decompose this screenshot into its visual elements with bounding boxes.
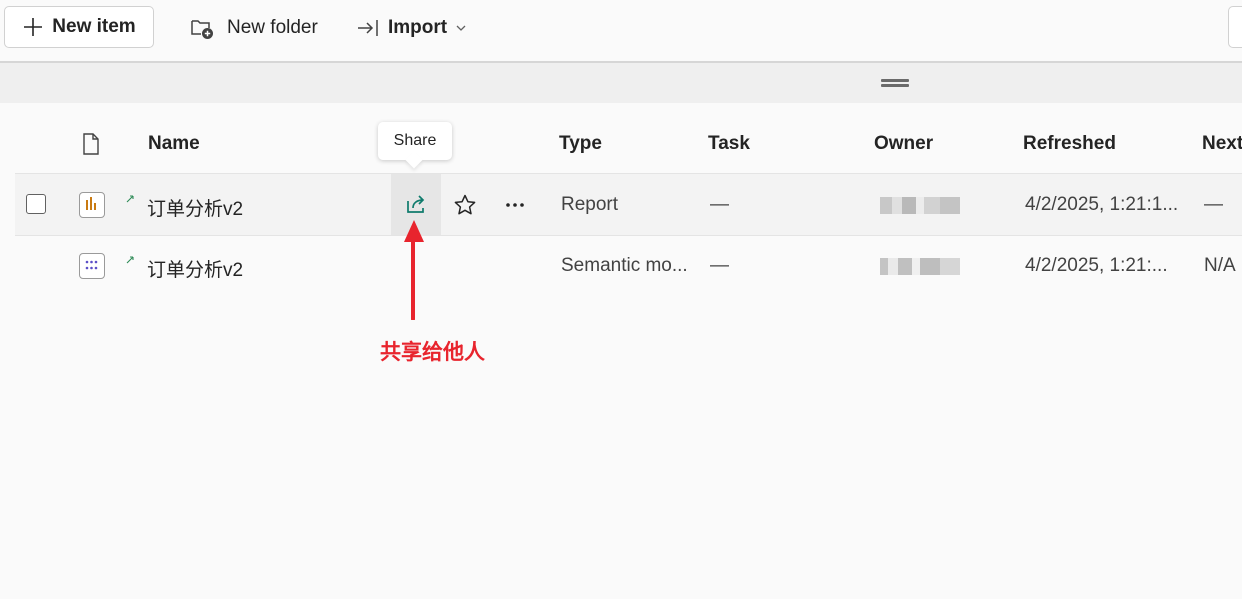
pane-splitter[interactable] (0, 63, 1242, 103)
command-bar: New item New folder Import (0, 0, 1242, 61)
row-task: — (710, 255, 729, 276)
owner-avatar-blurred (880, 197, 960, 214)
row-name[interactable]: 订单分析v2 (147, 194, 243, 221)
share-icon (407, 194, 425, 213)
row-select-checkbox[interactable] (26, 194, 46, 214)
column-header-next[interactable]: Next (1202, 133, 1242, 155)
annotation-text: 共享给他人 (380, 340, 485, 364)
column-header-type[interactable]: Type (559, 133, 602, 155)
import-label: Import (388, 17, 448, 38)
new-sparkle-icon (126, 256, 134, 264)
row-type: Report (561, 194, 619, 215)
row-type: Semantic mo... (561, 255, 688, 276)
owner-avatar-blurred (880, 258, 960, 275)
new-item-label: New item (52, 16, 136, 37)
drag-handle-icon[interactable] (881, 79, 909, 87)
share-tooltip: Share (378, 122, 452, 160)
chevron-down-icon (456, 25, 466, 31)
search-box-edge[interactable] (1228, 6, 1242, 48)
more-options-button[interactable] (500, 190, 530, 220)
star-icon (454, 194, 476, 215)
row-next: N/A (1204, 255, 1236, 276)
report-bar-chart-icon (79, 192, 105, 218)
plus-icon (24, 18, 43, 36)
annotation-arrow-icon (404, 220, 424, 320)
column-header-task[interactable]: Task (708, 133, 750, 155)
column-header-owner[interactable]: Owner (874, 133, 933, 155)
row-name[interactable]: 订单分析v2 (147, 255, 243, 282)
import-button[interactable]: Import (356, 12, 467, 44)
semantic-model-dots-icon (79, 253, 105, 279)
import-arrow-icon (358, 20, 378, 36)
row-next: — (1204, 194, 1223, 215)
file-type-header-icon (83, 133, 99, 155)
more-horizontal-icon (506, 203, 524, 207)
row-refreshed: 4/2/2025, 1:21:1... (1025, 194, 1179, 215)
column-header-name[interactable]: Name (148, 133, 200, 155)
tooltip-text: Share (393, 132, 437, 149)
new-folder-label: New folder (227, 17, 318, 38)
row-divider (15, 235, 1242, 236)
row-refreshed: 4/2/2025, 1:21:... (1025, 255, 1168, 276)
column-header-refreshed[interactable]: Refreshed (1023, 133, 1116, 155)
new-item-button[interactable]: New item (4, 6, 154, 48)
new-sparkle-icon (126, 195, 134, 203)
new-folder-button[interactable]: New folder (189, 12, 318, 44)
new-folder-icon (191, 20, 213, 39)
favorite-button[interactable] (450, 190, 480, 220)
row-task: — (710, 194, 729, 215)
